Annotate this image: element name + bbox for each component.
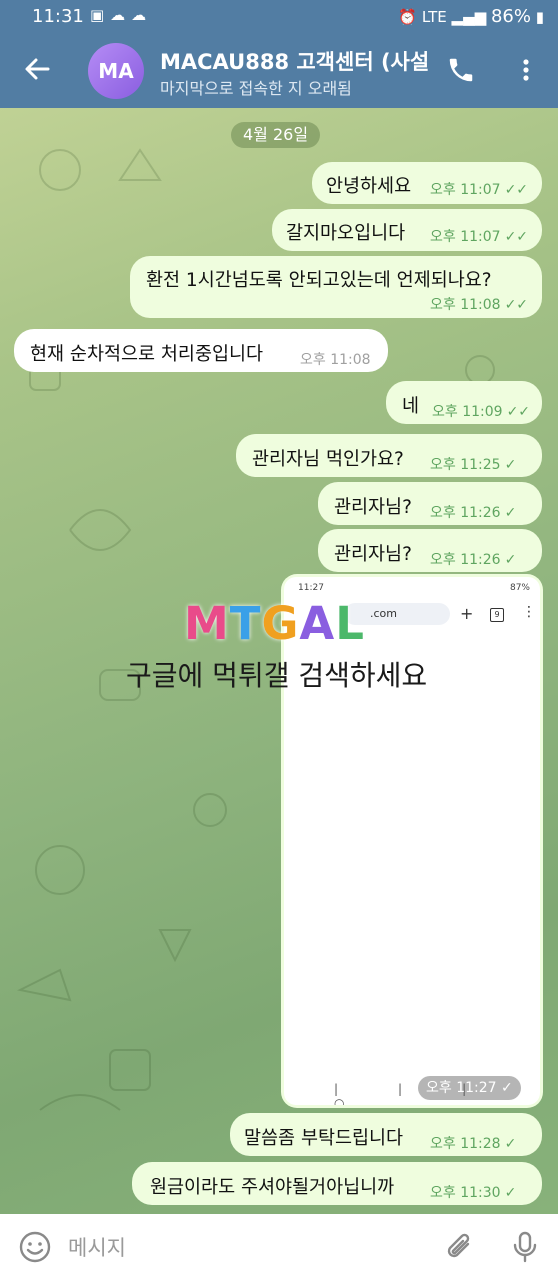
double-check-icon: ✓✓	[504, 297, 529, 313]
message-bubble[interactable]: 말씀좀 부탁드립니다 오후 11:28 ✓	[230, 1113, 542, 1156]
phone-icon[interactable]	[446, 55, 476, 89]
watermark-letter: A	[299, 597, 336, 650]
image-time-badge: 오후 11:27 ✓	[418, 1076, 521, 1100]
message-text: 환전 1시간넘도록 안되고있는데 언제되나요?	[146, 270, 492, 291]
check-icon: ✓	[504, 505, 517, 521]
message-input-bar: 메시지	[0, 1214, 558, 1280]
watermark-logo: MTGAL	[184, 597, 365, 650]
message-meta: 오후 11:07 ✓✓	[430, 182, 529, 198]
message-bubble[interactable]: 환전 1시간넘도록 안되고있는데 언제되나요? 오후 11:08 ✓✓	[130, 256, 542, 318]
screenshot-tabs-icon: 9	[490, 608, 504, 622]
double-check-icon: ✓✓	[504, 182, 529, 198]
watermark-letter: G	[261, 597, 300, 650]
message-bubble[interactable]: 관리자님 먹인가요? 오후 11:25 ✓	[236, 434, 542, 477]
watermark-letter: T	[229, 597, 262, 650]
message-meta: 오후 11:26 ✓	[430, 552, 517, 568]
message-meta: 오후 11:08	[300, 352, 371, 368]
message-text: 말씀좀 부탁드립니다	[244, 1128, 404, 1149]
avatar[interactable]: MA	[88, 43, 144, 99]
check-icon: ✓	[504, 552, 517, 568]
status-time: 11:31	[32, 6, 84, 27]
check-icon: ✓	[501, 1080, 513, 1096]
message-bubble[interactable]: 안녕하세요 오후 11:07 ✓✓	[312, 162, 542, 204]
battery-label: 86%	[490, 6, 531, 27]
date-separator: 4월 26일	[231, 122, 321, 148]
message-text: 갈지마오입니다	[286, 223, 406, 244]
check-icon: ✓	[504, 457, 517, 473]
status-right: ⏰ LTE ▂▄▆ 86% ▮	[398, 6, 544, 27]
message-input[interactable]: 메시지	[68, 1232, 126, 1262]
screenshot-more-icon: ⋮	[522, 604, 536, 620]
message-text: 관리자님?	[334, 497, 412, 518]
message-meta: 오후 11:08 ✓✓	[430, 297, 529, 313]
watermark-text: 구글에 먹튀갤 검색하세요	[126, 659, 428, 692]
check-icon: ✓	[504, 1185, 517, 1201]
message-meta: 오후 11:07 ✓✓	[430, 229, 529, 245]
screenshot-status-battery: 87%	[509, 583, 530, 593]
message-text: 원금이라도 주셔야될거아닙니까	[150, 1177, 395, 1198]
notification-icons: ▣☁☁	[90, 6, 153, 24]
battery-icon: ▮	[535, 8, 544, 26]
message-bubble[interactable]: 네 오후 11:09 ✓✓	[386, 381, 542, 424]
watermark-letter: M	[184, 597, 230, 650]
screenshot-plus-icon: +	[460, 604, 474, 623]
message-text: 안녕하세요	[326, 176, 412, 197]
more-vert-icon[interactable]	[515, 55, 537, 89]
microphone-icon[interactable]	[510, 1230, 540, 1268]
message-bubble[interactable]: 관리자님? 오후 11:26 ✓	[318, 529, 542, 572]
signal-icon: ▂▄▆	[451, 8, 487, 26]
message-meta: 오후 11:30 ✓	[430, 1185, 517, 1201]
chat-subtitle: 마지막으로 접속한 지 오래됨	[160, 79, 352, 98]
message-bubble[interactable]: 관리자님? 오후 11:26 ✓	[318, 482, 542, 525]
emoji-icon[interactable]	[18, 1230, 52, 1268]
message-meta: 오후 11:09 ✓✓	[432, 404, 531, 420]
network-label: LTE	[421, 8, 447, 26]
double-check-icon: ✓✓	[506, 404, 531, 420]
alarm-icon: ⏰	[398, 8, 418, 26]
message-text: 네	[402, 396, 420, 417]
message-meta: 오후 11:25 ✓	[430, 457, 517, 473]
message-bubble[interactable]: 현재 순차적으로 처리중입니다 오후 11:08	[14, 329, 388, 372]
message-bubble[interactable]: 갈지마오입니다 오후 11:07 ✓✓	[272, 209, 542, 251]
message-text: 관리자님 먹인가요?	[252, 449, 404, 470]
check-icon: ✓	[504, 1136, 517, 1152]
watermark-letter: L	[335, 597, 365, 650]
message-text: 관리자님?	[334, 544, 412, 565]
chat-title[interactable]: MACAU888 고객센터 (사설	[160, 46, 435, 76]
message-meta: 오후 11:26 ✓	[430, 505, 517, 521]
message-meta: 오후 11:28 ✓	[430, 1136, 517, 1152]
status-bar: 11:31 ▣☁☁ ⏰ LTE ▂▄▆ 86% ▮	[0, 0, 558, 34]
chat-header: MA MACAU888 고객센터 (사설 마지막으로 접속한 지 오래됨	[0, 34, 558, 108]
message-text: 현재 순차적으로 처리중입니다	[30, 344, 264, 365]
message-bubble[interactable]: 원금이라도 주셔야될거아닙니까 오후 11:30 ✓	[132, 1162, 542, 1205]
back-arrow-icon[interactable]	[22, 54, 52, 90]
screenshot-status-time: 11:27	[298, 583, 324, 593]
double-check-icon: ✓✓	[504, 229, 529, 245]
paperclip-icon[interactable]	[444, 1230, 476, 1268]
